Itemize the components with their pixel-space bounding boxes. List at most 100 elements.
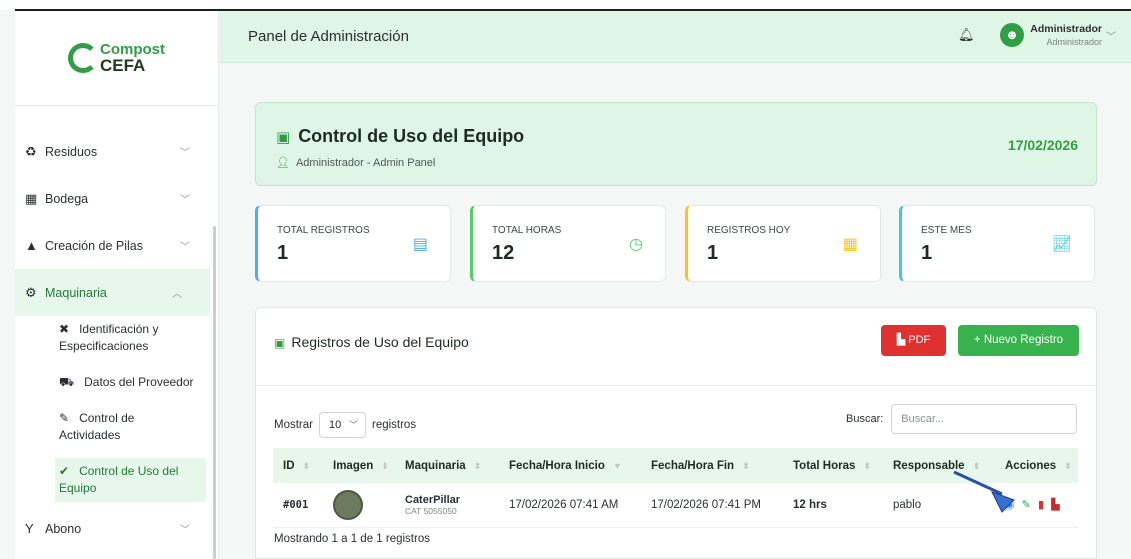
panel-header: ▣ Registros de Uso del Equipo ▙ PDF + Nue… [256, 308, 1096, 386]
sidebar-subitem-uso-equipo[interactable]: ✔ Control de Uso del Equipo [55, 458, 206, 502]
current-date: 17/02/2026 [1007, 137, 1078, 153]
page-banner: ▣ Control de Uso del Equipo 👤︎ Administrad… [255, 102, 1097, 186]
sidebar: Compost CEFA ♻ Residuos ﹀ ▦ Bodega ﹀ ▲ C… [15, 11, 219, 559]
user-cog-icon: 👤︎ [276, 157, 290, 169]
record-id: #001 [283, 498, 309, 511]
show-label: Mostrar [274, 419, 313, 431]
clipboard-check-icon: ▣ [276, 129, 291, 146]
sidebar-item-residuos[interactable]: ♻ Residuos ﹀ [15, 128, 218, 175]
mountain-icon: ▲ [25, 238, 38, 253]
chevron-up-icon: ︿ [172, 289, 182, 300]
stat-label: TOTAL REGISTROS [277, 225, 370, 236]
stat-label: ESTE MES [921, 225, 972, 236]
user-name[interactable]: Administrador [1030, 23, 1102, 35]
cogs-icon: ⚙ [25, 284, 37, 300]
new-record-button[interactable]: + Nuevo Registro [958, 325, 1079, 356]
sort-icon: ⬍ [381, 460, 389, 471]
trash-icon[interactable]: ▮ [1038, 499, 1046, 511]
clipboard-icon: ▤ [412, 236, 428, 253]
bell-icon[interactable]: 🔔︎ [958, 27, 975, 43]
edit-icon[interactable]: ✎ [1022, 499, 1033, 511]
sort-icon: ⬍ [473, 460, 482, 471]
page-title-row: ▣ Control de Uso del Equipo [276, 126, 524, 147]
stat-value: 1 [921, 242, 933, 264]
column-header-total-horas[interactable]: Total Horas ⬍ [783, 448, 883, 483]
brand-text: Compost CEFA [100, 42, 165, 74]
machine-thumbnail[interactable] [333, 489, 363, 520]
sidebar-subitem-actividades[interactable]: ✎ Control de Actividades [59, 405, 198, 449]
column-header-fecha-inicio[interactable]: Fecha/Hora Inicio ▼ [499, 448, 641, 483]
record-machine-cell: CaterPillar CAT 5055050 [395, 483, 499, 527]
pdf-button[interactable]: ▙ PDF [881, 325, 946, 356]
stat-card-registros-hoy: REGISTROS HOY 1 ▦ [685, 205, 881, 282]
sidebar-subitem-label: Datos del Proveedor [84, 375, 194, 389]
sidebar-item-abono[interactable]: Y Abono ﹀ [15, 505, 218, 552]
sidebar-item-label: Residuos [45, 144, 98, 159]
sidebar-item-label: Creación de Pilas [45, 238, 143, 253]
sort-icon: ⬍ [742, 460, 750, 471]
avatar[interactable]: ☻ [1000, 23, 1024, 47]
user-role: Administrador [1046, 37, 1102, 47]
search-control: Buscar: Buscar... [846, 404, 1078, 434]
stat-label: REGISTROS HOY [707, 225, 791, 236]
records-label: registros [371, 419, 417, 431]
sidebar-item-bodega[interactable]: ▦ Bodega ﹀ [15, 175, 218, 222]
column-header-label: Fecha/Hora Fin [651, 459, 735, 472]
stat-label: TOTAL HORAS [492, 225, 562, 236]
brand-logo[interactable]: Compost CEFA [15, 11, 218, 106]
panel-title: Registros de Uso del Equipo [291, 334, 469, 350]
window-top-bar [0, 0, 1131, 11]
column-header-id[interactable]: ID ⬍ [273, 448, 323, 483]
recycle-icon: ♻ [25, 143, 37, 159]
brand-line2: CEFA [100, 56, 146, 75]
stat-card-total-registros: TOTAL REGISTROS 1 ▤ [255, 205, 451, 282]
column-header-imagen[interactable]: Imagen ⬍ [323, 448, 395, 483]
compost-logo-icon [68, 43, 98, 73]
sidebar-item-label: Abono [45, 521, 82, 536]
clock-icon: ◷ [629, 236, 643, 253]
machine-model: CAT 5055050 [405, 505, 457, 516]
search-input[interactable]: Buscar... [891, 404, 1078, 434]
sort-icon: ⬍ [863, 460, 871, 471]
page-size-value: 10 [328, 419, 342, 431]
chevron-down-icon: ﹀ [180, 242, 190, 253]
sidebar-subitem-label: Control de Uso del Equipo [59, 464, 179, 495]
sidebar-subitem-proveedor[interactable]: ⛟ Datos del Proveedor [59, 369, 198, 396]
record-hours: 12 hrs [793, 498, 827, 511]
file-pdf-icon: ▙ [896, 334, 909, 346]
panel-title-row: ▣ Registros de Uso del Equipo [274, 334, 469, 350]
chevron-down-icon: ﹀ [180, 195, 190, 206]
clipboard-check-icon: ✔ [59, 464, 70, 478]
chevron-down-icon[interactable]: ﹀ [1106, 28, 1116, 43]
sidebar-subitem-label: Identificación y Especificaciones [59, 322, 159, 353]
sidebar-scrollbar[interactable] [213, 226, 216, 559]
wrench-icon: ✎ [59, 411, 70, 425]
seedling-icon: Y [25, 521, 34, 536]
page-size-select[interactable]: 10 ﹀ [318, 412, 366, 438]
column-header-label: ID [283, 459, 295, 472]
warehouse-icon: ▦ [25, 190, 38, 206]
records-panel: ▣ Registros de Uso del Equipo ▙ PDF + Nue… [255, 307, 1097, 559]
stat-value: 12 [492, 242, 515, 264]
sort-icon: ⬍ [1064, 460, 1072, 471]
sidebar-subitem-identificacion[interactable]: ✖ Identificación y Especificaciones [59, 316, 198, 360]
sort-icon: ⬍ [302, 460, 311, 471]
stat-value: 1 [707, 242, 719, 264]
page-subtitle-row: 👤︎ Administrador - Admin Panel [276, 156, 435, 169]
clipboard-check-icon: ▣ [274, 336, 286, 350]
file-pdf-icon[interactable]: ▙ [1051, 499, 1061, 511]
chevron-down-icon: ﹀ [180, 148, 190, 159]
stat-value: 1 [277, 242, 289, 264]
column-header-label: Maquinaria [405, 459, 466, 472]
sidebar-item-creacion-pilas[interactable]: ▲ Creación de Pilas ﹀ [15, 222, 218, 269]
search-label: Buscar: [846, 413, 884, 425]
top-header: Panel de Administración 🔔︎ ☻ Administrad… [220, 11, 1131, 63]
brand-line1: Compost [100, 41, 165, 58]
page-title: Control de Uso del Equipo [298, 126, 525, 146]
column-header-maquinaria[interactable]: Maquinaria ⬍ [395, 448, 499, 483]
column-header-label: Imagen [333, 459, 374, 472]
column-header-label: Fecha/Hora Inicio [509, 459, 605, 472]
machine-name: CaterPillar [405, 493, 461, 506]
column-header-fecha-fin[interactable]: Fecha/Hora Fin ⬍ [641, 448, 783, 483]
sidebar-item-maquinaria[interactable]: ⚙ Maquinaria ︿ [15, 269, 210, 316]
